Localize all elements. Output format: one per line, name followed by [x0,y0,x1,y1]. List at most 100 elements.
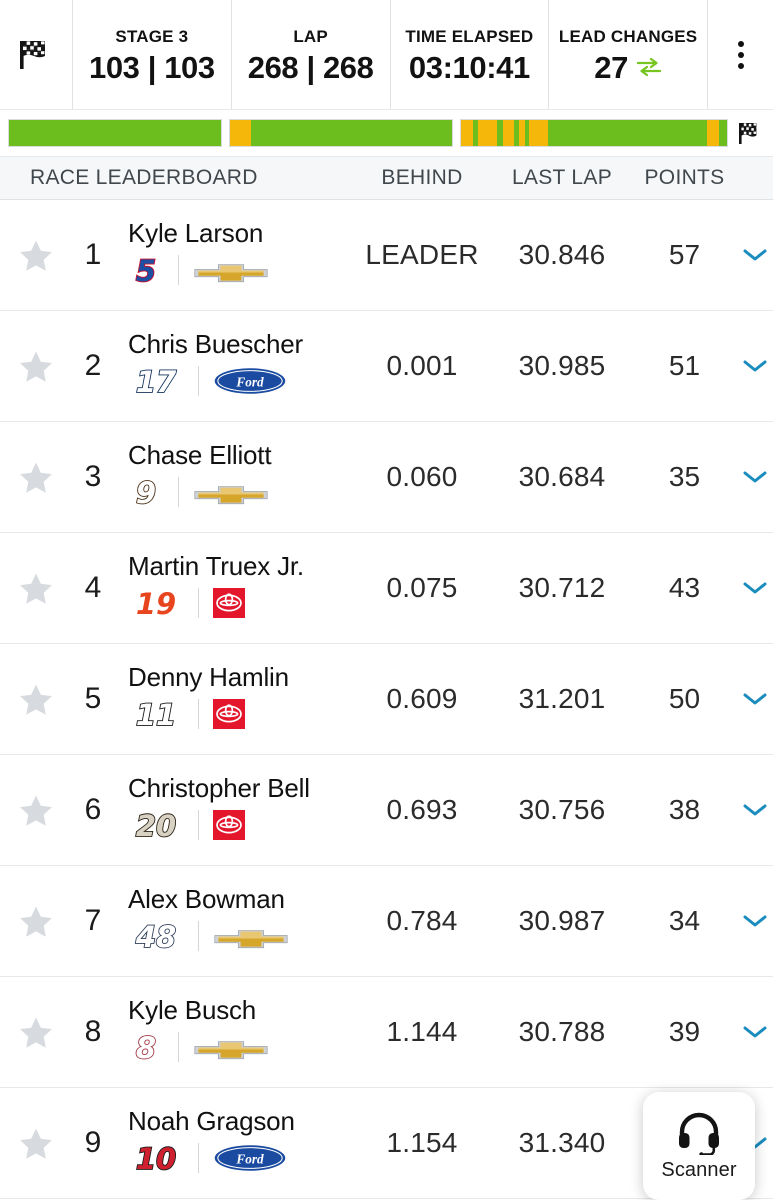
svg-text:10: 10 [136,1142,176,1176]
meta-divider [198,698,199,729]
stage-lap-block-green [250,120,452,146]
headset-icon [679,1112,719,1155]
favorite-star-button[interactable] [0,683,72,716]
svg-text:9: 9 [136,476,156,510]
star-icon[interactable] [19,905,53,938]
chevron-down-icon[interactable] [742,802,768,818]
driver-meta: 48 [128,916,352,956]
expand-row-button[interactable] [737,247,773,263]
chevrolet-logo-icon [194,1040,268,1059]
driver-info[interactable]: Chase Elliott 9 [114,442,352,511]
expand-row-button[interactable] [737,913,773,929]
driver-behind: 0.609 [386,683,458,714]
table-row[interactable]: 4 Martin Truex Jr. 19 0.075 30.712 43 [0,533,773,644]
star-icon[interactable] [19,1127,53,1160]
driver-info[interactable]: Christopher Bell 20 [114,775,352,844]
favorite-star-button[interactable] [0,794,72,827]
favorite-star-button[interactable] [0,905,72,938]
table-row[interactable]: 8 Kyle Busch 8 1.144 30.788 39 [0,977,773,1088]
chevron-down-icon[interactable] [742,1024,768,1040]
kebab-menu-icon[interactable] [728,35,754,75]
star-icon[interactable] [19,239,53,272]
driver-meta: 8 [128,1027,352,1067]
ford-logo-icon: Ford [214,367,286,394]
chevron-down-icon[interactable] [742,691,768,707]
driver-last-lap: 30.712 [518,572,606,603]
chevrolet-logo-icon [194,485,268,504]
driver-position: 9 [84,1126,102,1159]
favorite-star-button[interactable] [0,1016,72,1049]
expand-row-button[interactable] [737,691,773,707]
expand-row-button[interactable] [737,802,773,818]
chevron-down-icon[interactable] [742,913,768,929]
driver-name: Noah Gragson [128,1106,295,1137]
favorite-star-button[interactable] [0,461,72,494]
meta-divider [198,920,199,951]
stage-segment-1[interactable] [8,119,222,147]
overflow-menu-cell[interactable] [707,0,773,109]
driver-behind: 1.144 [386,1016,458,1047]
column-header-points: POINTS [644,166,725,189]
race-leaderboard-app: STAGE 3 103 | 103 LAP 268 | 268 TIME ELA… [0,0,773,1200]
driver-info[interactable]: Noah Gragson 10 Ford [114,1108,352,1177]
star-icon[interactable] [19,350,53,383]
expand-row-button[interactable] [737,469,773,485]
expand-row-button[interactable] [737,358,773,374]
table-row[interactable]: 1 Kyle Larson 5 LEADER 30.846 57 [0,200,773,311]
driver-info[interactable]: Chris Buescher 17 Ford [114,331,352,400]
favorite-star-button[interactable] [0,239,72,272]
driver-info[interactable]: Martin Truex Jr. 19 [114,553,352,622]
driver-meta: 5 [128,250,352,290]
stage-lap-block-caution [502,120,514,146]
table-row[interactable]: 6 Christopher Bell 20 0.693 30.756 38 [0,755,773,866]
driver-points: 51 [668,350,701,381]
stat-lap: LAP 268 | 268 [230,0,390,109]
table-row[interactable]: 5 Denny Hamlin 11 0.609 31.201 50 [0,644,773,755]
star-icon[interactable] [19,572,53,605]
star-icon[interactable] [19,683,53,716]
driver-points: 34 [668,905,701,936]
favorite-star-button[interactable] [0,1127,72,1160]
expand-row-button[interactable] [737,1024,773,1040]
driver-position: 4 [84,571,102,604]
driver-info[interactable]: Kyle Busch 8 [114,997,352,1066]
stage-segment-2[interactable] [229,119,453,147]
driver-info[interactable]: Kyle Larson 5 [114,220,352,289]
svg-text:17: 17 [136,365,177,399]
table-row[interactable]: 2 Chris Buescher 17 Ford 0.001 30.985 51 [0,311,773,422]
star-icon[interactable] [19,1016,53,1049]
favorite-star-button[interactable] [0,350,72,383]
svg-text:8: 8 [136,1031,156,1065]
chevron-down-icon[interactable] [742,469,768,485]
driver-name: Chris Buescher [128,329,303,360]
svg-text:11: 11 [136,698,176,732]
table-row[interactable]: 3 Chase Elliott 9 0.060 30.684 35 [0,422,773,533]
chevron-down-icon[interactable] [742,358,768,374]
stat-time-elapsed: TIME ELAPSED 03:10:41 [389,0,549,109]
scanner-button[interactable]: Scanner [643,1092,755,1200]
svg-text:19: 19 [136,587,176,621]
chevron-down-icon[interactable] [742,247,768,263]
driver-position: 8 [84,1015,102,1048]
driver-info[interactable]: Alex Bowman 48 [114,886,352,955]
car-number-icon: 5 [135,253,157,288]
star-icon[interactable] [19,794,53,827]
car-number-icon: 19 [135,586,177,621]
stage-segment-3[interactable] [460,119,728,147]
chevron-down-icon[interactable] [742,580,768,596]
stage-lap-block-caution [707,120,719,146]
driver-meta: 20 [128,805,352,845]
expand-row-button[interactable] [737,580,773,596]
leaderboard-column-headers: RACE LEADERBOARD BEHIND LAST LAP POINTS [0,156,773,200]
car-number-icon: 20 [135,808,177,843]
driver-last-lap: 30.846 [518,239,606,270]
driver-meta: 19 [128,583,352,623]
race-progress-bar[interactable] [0,110,773,156]
stat-stage: STAGE 3 103 | 103 [72,0,231,109]
table-row[interactable]: 7 Alex Bowman 48 0.784 30.987 34 [0,866,773,977]
column-header-behind: BEHIND [381,166,463,189]
driver-info[interactable]: Denny Hamlin 11 [114,664,352,733]
star-icon[interactable] [19,461,53,494]
favorite-star-button[interactable] [0,572,72,605]
driver-name: Kyle Busch [128,995,257,1026]
